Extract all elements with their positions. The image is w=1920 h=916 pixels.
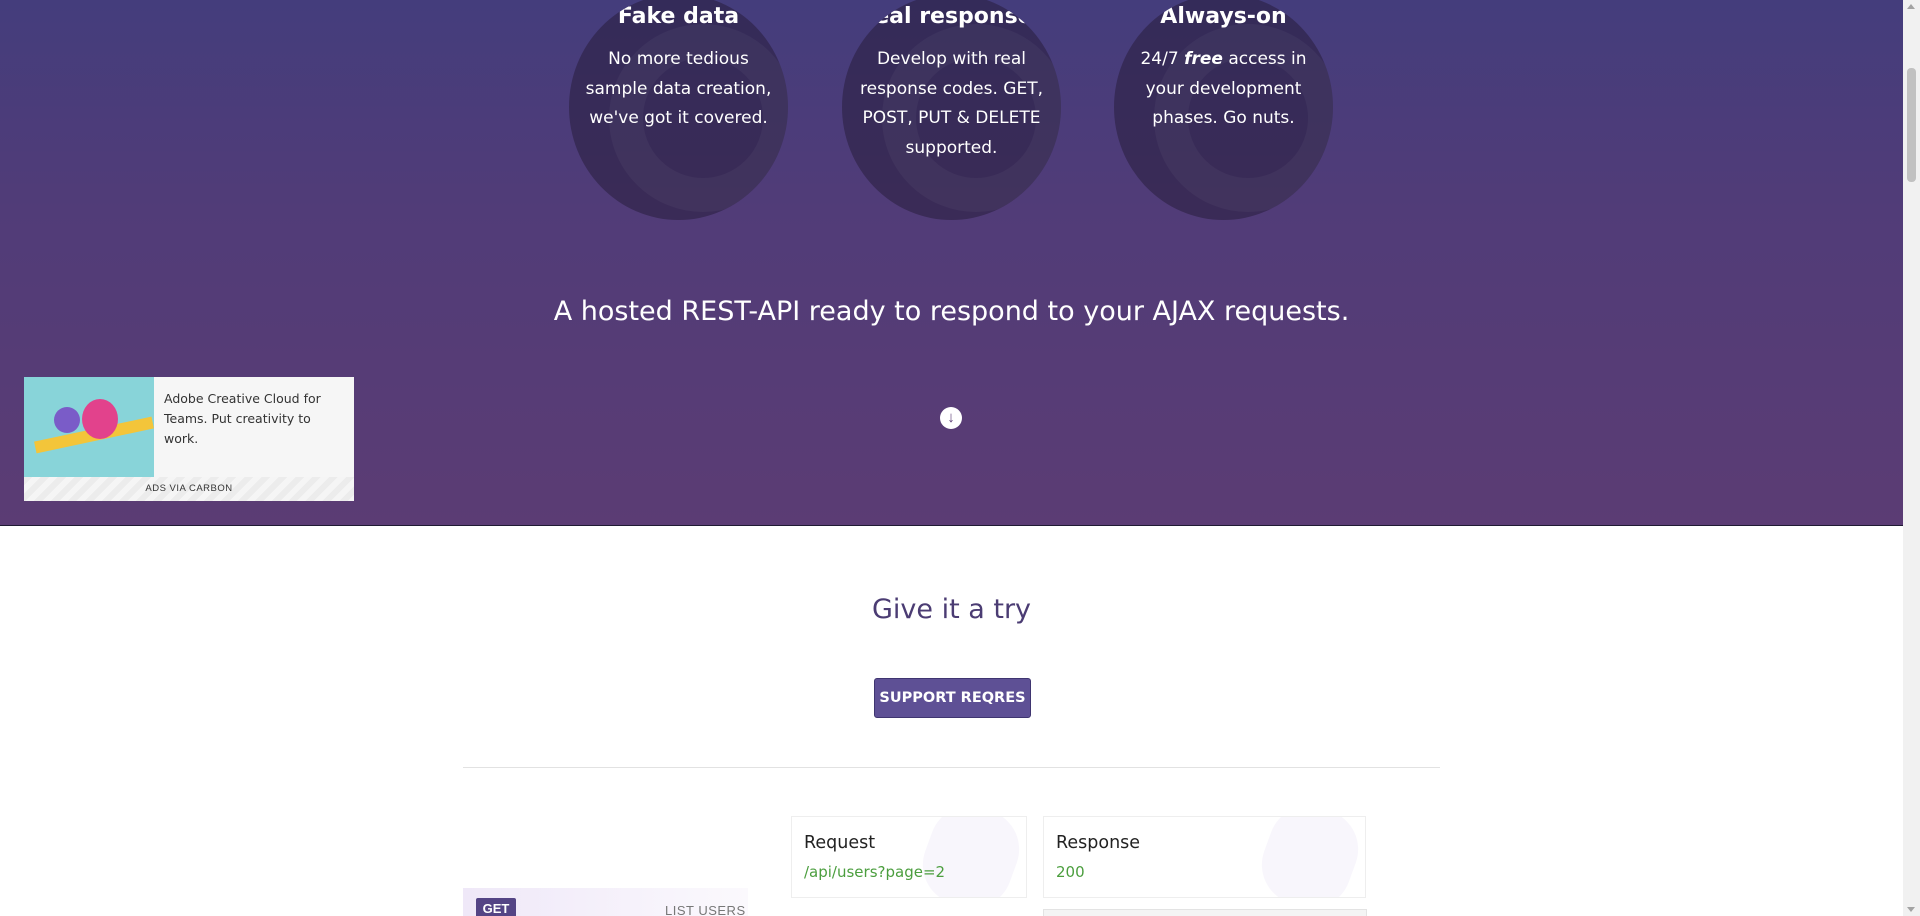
- response-status-code: 200: [1056, 863, 1085, 881]
- feature-text-pre: 24/7: [1140, 49, 1179, 69]
- page: Fake data No more tedious sample data cr…: [0, 0, 1903, 916]
- ad-image[interactable]: [24, 377, 154, 477]
- ad-text[interactable]: Adobe Creative Cloud for Teams. Put crea…: [164, 389, 344, 449]
- ad-via-carbon-link[interactable]: ADS VIA CARBON: [24, 477, 354, 501]
- response-body: [1043, 909, 1367, 916]
- hero-section: Fake data No more tedious sample data cr…: [0, 0, 1903, 526]
- method-badge: GET: [476, 898, 516, 916]
- scroll-up-icon[interactable]: [1907, 4, 1915, 9]
- response-panel: Response 200: [1043, 816, 1366, 898]
- feature-text: Develop with real response codes. GET, P…: [860, 49, 1043, 158]
- scroll-down-icon[interactable]: [1907, 907, 1915, 912]
- page-scrollbar[interactable]: [1903, 0, 1920, 916]
- feature-title: Real responses: [857, 4, 1046, 29]
- panel-decoration: [1250, 817, 1365, 897]
- support-reqres-button[interactable]: SUPPORT REQRES: [874, 678, 1031, 718]
- feature-fake-data: Fake data No more tedious sample data cr…: [569, 0, 788, 220]
- feature-title: Always-on: [1160, 4, 1287, 29]
- feature-title: Fake data: [617, 4, 740, 29]
- response-label: Response: [1056, 833, 1141, 853]
- feature-real-responses: Real responses Develop with real respons…: [842, 0, 1061, 220]
- scrollbar-thumb[interactable]: [1907, 68, 1916, 182]
- ad-illustration-figure: [54, 407, 80, 433]
- divider: [463, 767, 1440, 768]
- give-it-a-try-heading: Give it a try: [871, 594, 1032, 625]
- request-url[interactable]: /api/users?page=2: [804, 863, 945, 881]
- feature-text-emphasis: free: [1184, 49, 1223, 69]
- request-panel: Request /api/users?page=2: [791, 816, 1027, 898]
- feature-text: No more tedious sample data creation, we…: [585, 49, 772, 128]
- carbon-ad[interactable]: Adobe Creative Cloud for Teams. Put crea…: [24, 377, 354, 501]
- hero-tagline: A hosted REST-API ready to respond to yo…: [553, 296, 1350, 327]
- endpoint-name[interactable]: LIST USERS: [665, 903, 746, 916]
- request-label: Request: [804, 833, 876, 853]
- panel-decoration: [911, 817, 1026, 897]
- feature-always-on: Always-on 24/7 free access in your devel…: [1114, 0, 1333, 220]
- feature-text: 24/7 free access in your development pha…: [1128, 45, 1319, 134]
- ad-illustration-figure: [82, 399, 118, 439]
- arrow-down-circle-icon[interactable]: ↓: [940, 407, 962, 429]
